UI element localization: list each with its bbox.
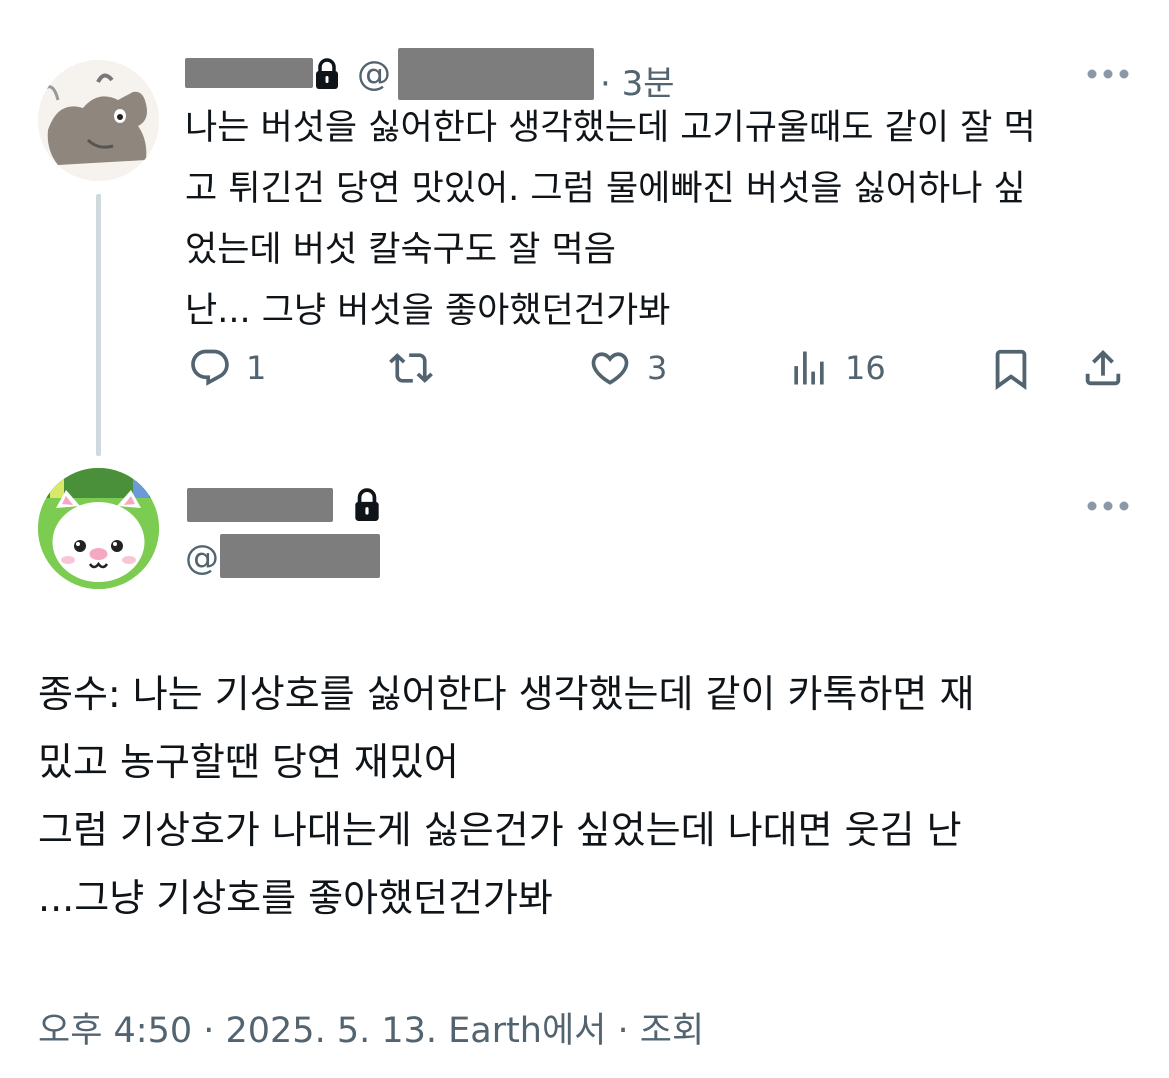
lock-icon (316, 58, 338, 89)
avatar-cat[interactable] (38, 468, 159, 589)
retweet-icon (389, 353, 433, 383)
bookmark-icon (995, 349, 1027, 390)
tweet-meta: 오후 4:50 · 2025. 5. 13. Earth에서 · 조회 (38, 1011, 705, 1051)
reply-tweet-text: 나는 버섯을 싫어한다 생각했는데 고기규울때도 같이 잘 먹 고 튀긴건 당연… (185, 108, 1036, 331)
share-button[interactable] (1080, 345, 1126, 391)
lock-icon (355, 488, 379, 521)
views-button[interactable]: 16 (787, 346, 886, 390)
like-button[interactable]: 3 (587, 346, 667, 390)
like-icon (591, 352, 629, 385)
more-icon[interactable] (1086, 498, 1130, 514)
handle-redacted (398, 48, 594, 100)
like-count: 3 (647, 349, 668, 387)
reply-button[interactable]: 1 (188, 346, 266, 390)
handle-at: @ (357, 54, 391, 94)
display-name-redacted (185, 58, 313, 88)
main-handle-at: @ (185, 538, 219, 578)
reply-count: 1 (246, 349, 267, 387)
more-icon[interactable] (1086, 66, 1130, 82)
reply-icon (191, 349, 229, 386)
views-count: 16 (845, 349, 886, 387)
main-display-name-redacted (187, 488, 333, 522)
share-icon (1085, 349, 1121, 386)
bookmark-button[interactable] (988, 346, 1034, 392)
thread-line (96, 194, 101, 456)
avatar-goat[interactable] (38, 60, 159, 181)
main-tweet-text: 종수: 나는 기상호를 싫어한다 생각했는데 같이 카톡하면 재 밌고 농구할땐… (38, 672, 975, 920)
retweet-button[interactable] (388, 346, 434, 390)
main-handle-redacted (220, 534, 380, 578)
views-icon (794, 351, 824, 385)
